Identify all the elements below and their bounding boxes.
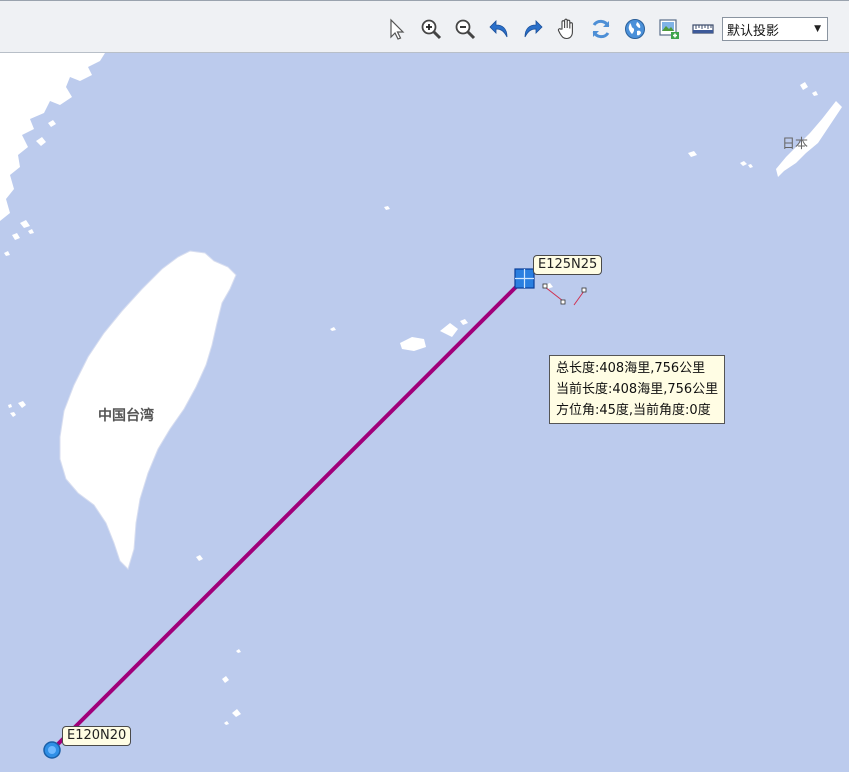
- select-arrow-icon[interactable]: [380, 12, 414, 46]
- measure-bearing: 方位角:45度,当前角度:0度: [556, 403, 711, 418]
- zoom-in-icon[interactable]: [414, 12, 448, 46]
- tooltip-leader-2: [573, 290, 585, 306]
- undo-icon[interactable]: [482, 12, 516, 46]
- redo-icon[interactable]: [516, 12, 550, 46]
- tooltip-leader-1: [544, 286, 564, 302]
- yaeyama-islands: [330, 283, 553, 351]
- measure-total-length: 总长度:408海里,756公里: [556, 361, 706, 376]
- pan-hand-icon[interactable]: [550, 12, 584, 46]
- start-point-inner: [48, 746, 56, 754]
- japan-label: 日本: [782, 137, 809, 152]
- zoom-out-icon[interactable]: [448, 12, 482, 46]
- top-toolbar-bar: 默认投影 ▼: [0, 0, 849, 53]
- projection-select-value: 默认投影: [727, 23, 780, 39]
- map-canvas[interactable]: 中国台湾 日本 E125N25 E120N20 总长度:408海里,756公里 …: [0, 53, 849, 772]
- leader-handle-1: [542, 283, 548, 289]
- leader-handle-3: [560, 299, 566, 305]
- chevron-down-icon: ▼: [814, 24, 821, 34]
- measure-current-length: 当前长度:408海里,756公里: [556, 382, 719, 397]
- taiwan-label: 中国台湾: [98, 408, 154, 424]
- southern-islets: [196, 555, 241, 725]
- refresh-icon[interactable]: [584, 12, 618, 46]
- globe-icon[interactable]: [618, 12, 652, 46]
- end-coordinate-tag: E125N25: [533, 255, 603, 275]
- export-image-icon[interactable]: [652, 12, 686, 46]
- ruler-icon[interactable]: [686, 12, 720, 46]
- measure-tooltip: 总长度:408海里,756公里 当前长度:408海里,756公里 方位角:45度…: [549, 355, 726, 424]
- map-toolbar: 默认投影 ▼: [380, 11, 828, 47]
- projection-select[interactable]: 默认投影 ▼: [722, 17, 828, 41]
- start-coordinate-tag: E120N20: [62, 726, 132, 746]
- leader-handle-2: [581, 287, 587, 293]
- mainland-coast: [0, 53, 105, 221]
- penghu-islets: [10, 401, 26, 417]
